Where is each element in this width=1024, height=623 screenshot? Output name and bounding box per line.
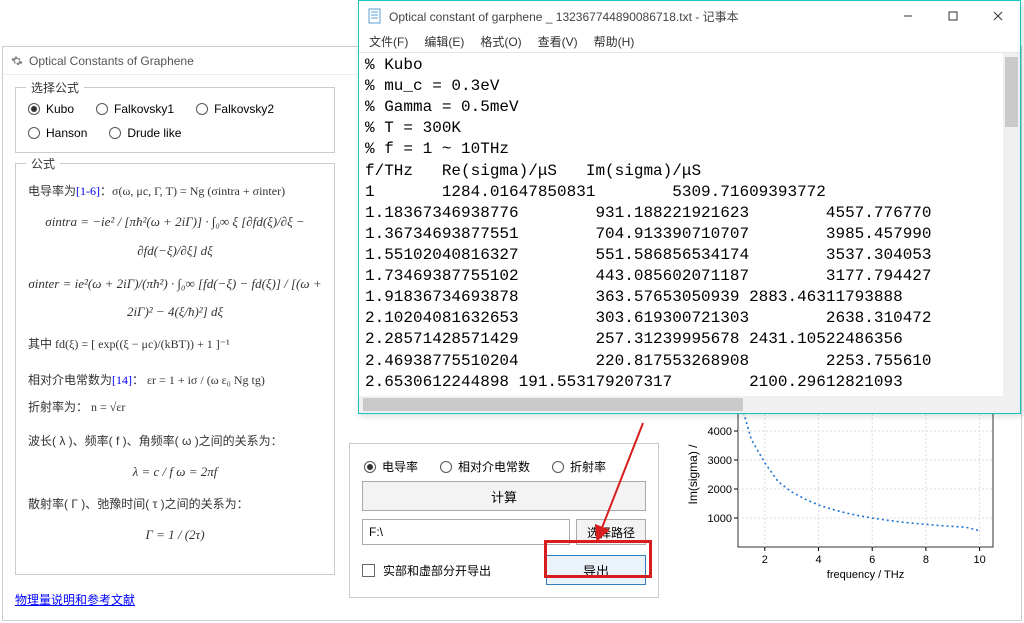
group-title: 选择公式 <box>26 79 84 96</box>
gear-icon <box>11 55 23 67</box>
svg-text:8: 8 <box>923 554 929 566</box>
notepad-titlebar[interactable]: Optical constant of garphene _ 132367744… <box>359 1 1020 31</box>
scrollbar-horizontal[interactable] <box>359 396 1003 413</box>
radio-drude-like[interactable]: Drude like <box>109 126 181 140</box>
output-group: 电导率 相对介电常数 折射率 计算 选择路径 实部和虚部分开导出 导出 <box>349 443 659 598</box>
export-button[interactable]: 导出 <box>546 555 646 585</box>
radio-dot-icon <box>364 461 376 473</box>
notepad-app-icon <box>367 8 383 24</box>
svg-text:2000: 2000 <box>708 484 732 496</box>
svg-text:4: 4 <box>815 554 821 566</box>
menu-view[interactable]: 查看(V) <box>538 33 578 50</box>
scrollbar-vertical[interactable] <box>1003 53 1020 396</box>
reference-link[interactable]: 物理量说明和参考文献 <box>15 593 135 607</box>
menu-file[interactable]: 文件(F) <box>369 33 408 50</box>
svg-text:frequency / THz: frequency / THz <box>827 569 904 581</box>
radio-conductivity[interactable]: 电导率 <box>364 458 418 475</box>
radio-dot-icon <box>109 127 121 139</box>
radio-kubo[interactable]: Kubo <box>28 102 74 116</box>
scrollbar-corner <box>1003 396 1020 413</box>
svg-text:6: 6 <box>869 554 875 566</box>
scrollbar-thumb[interactable] <box>1005 57 1018 127</box>
radio-falkovsky2[interactable]: Falkovsky2 <box>196 102 274 116</box>
group-title: 公式 <box>26 155 60 172</box>
app-title: Optical Constants of Graphene <box>29 54 194 68</box>
equations-group: 公式 电导率为[1-6]：σ(ω, μc, Γ, T) = Ng (σintra… <box>15 163 335 575</box>
equations-content: 电导率为[1-6]：σ(ω, μc, Γ, T) = Ng (σintra + … <box>28 174 322 550</box>
output-radios: 电导率 相对介电常数 折射率 <box>362 454 646 481</box>
menu-help[interactable]: 帮助(H) <box>594 33 635 50</box>
notepad-content[interactable]: % Kubo % mu_c = 0.3eV % Gamma = 0.5meV %… <box>359 53 1020 413</box>
chart-imsigma: 1000 2000 3000 4000 2 4 6 8 10 frequency / THz Im(… <box>683 392 1003 582</box>
radio-dot-icon <box>28 103 40 115</box>
svg-text:4000: 4000 <box>708 426 732 438</box>
svg-text:Im(sigma) /: Im(sigma) / <box>686 444 700 505</box>
radio-dot-icon <box>196 103 208 115</box>
radio-dot-icon <box>96 103 108 115</box>
notepad-title: Optical constant of garphene _ 132367744… <box>389 8 885 25</box>
scrollbar-thumb[interactable] <box>363 398 743 411</box>
calculate-button[interactable]: 计算 <box>362 481 646 511</box>
reference-link-row: 物理量说明和参考文献 <box>15 585 335 608</box>
minimize-button[interactable] <box>885 1 930 31</box>
menu-format[interactable]: 格式(O) <box>480 33 521 50</box>
notepad-window: Optical constant of garphene _ 132367744… <box>358 0 1021 414</box>
radio-dot-icon <box>552 461 564 473</box>
svg-text:3000: 3000 <box>708 455 732 467</box>
left-column: 选择公式 Kubo Falkovsky1 Falkovsky2 Hanson D… <box>15 87 335 608</box>
browse-button[interactable]: 选择路径 <box>576 519 646 545</box>
export-path-input[interactable] <box>362 519 570 545</box>
radio-falkovsky1[interactable]: Falkovsky1 <box>96 102 174 116</box>
radio-permittivity[interactable]: 相对介电常数 <box>440 458 530 475</box>
split-export-label: 实部和虚部分开导出 <box>383 562 538 579</box>
radio-dot-icon <box>440 461 452 473</box>
window-controls <box>885 1 1020 31</box>
svg-text:1000: 1000 <box>708 513 732 525</box>
close-button[interactable] <box>975 1 1020 31</box>
svg-text:10: 10 <box>973 554 985 566</box>
svg-text:2: 2 <box>762 554 768 566</box>
notepad-menu: 文件(F) 编辑(E) 格式(O) 查看(V) 帮助(H) <box>359 31 1020 53</box>
radio-hanson[interactable]: Hanson <box>28 126 87 140</box>
radio-dot-icon <box>28 127 40 139</box>
menu-edit[interactable]: 编辑(E) <box>424 33 464 50</box>
radio-refractive[interactable]: 折射率 <box>552 458 606 475</box>
split-export-checkbox[interactable] <box>362 564 375 577</box>
formula-select-group: 选择公式 Kubo Falkovsky1 Falkovsky2 Hanson D… <box>15 87 335 153</box>
maximize-button[interactable] <box>930 1 975 31</box>
formula-radios: Kubo Falkovsky1 Falkovsky2 Hanson Drude … <box>28 98 322 140</box>
